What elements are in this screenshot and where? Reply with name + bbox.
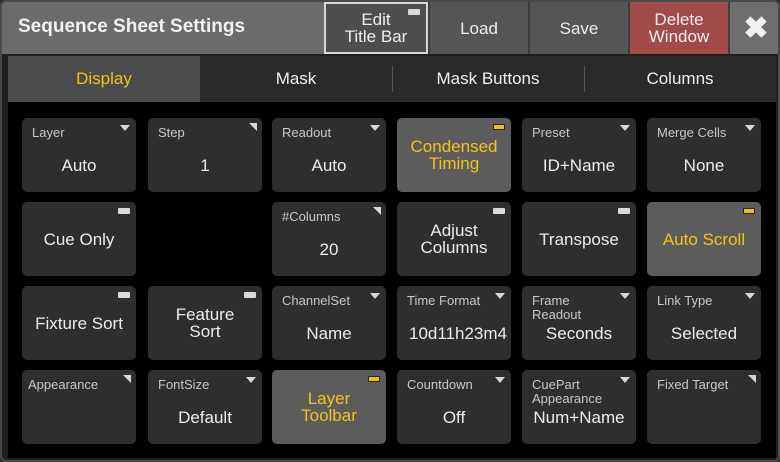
- auto-scroll-toggle[interactable]: Auto Scroll: [647, 202, 761, 276]
- dropdown-arrow-icon: [495, 377, 505, 383]
- fontsize-label: FontSize: [158, 377, 210, 392]
- time-format-select[interactable]: Time Format 10d11h23m4: [397, 286, 511, 360]
- dropdown-arrow-icon: [745, 293, 755, 299]
- layer-toolbar-label-line2: Toolbar: [301, 406, 357, 425]
- time-format-value: 10d11h23m4: [409, 324, 507, 343]
- frame-readout-value: Seconds: [545, 324, 613, 343]
- step-value: 1: [200, 156, 210, 175]
- frame-readout-label-line2: Readout: [532, 307, 582, 322]
- dropdown-arrow-icon: [370, 293, 380, 299]
- frame-readout-label-line1: Frame: [532, 293, 570, 308]
- appearance-label: Appearance: [28, 377, 99, 392]
- fontsize-select[interactable]: FontSize Default: [148, 370, 262, 444]
- dropdown-arrow-icon: [620, 125, 630, 131]
- save-button[interactable]: Save: [528, 2, 628, 54]
- edit-corner-icon: [123, 375, 131, 383]
- columns-count-label: #Columns: [282, 209, 341, 224]
- title-bar: Sequence Sheet Settings Edit Title Bar Lo…: [2, 2, 778, 54]
- fixed-target-label: Fixed Target: [657, 377, 729, 392]
- fixture-sort-label: Fixture Sort: [35, 313, 123, 333]
- transpose-label: Transpose: [539, 229, 619, 249]
- edit-corner-icon: [373, 207, 381, 215]
- step-label: Step: [158, 125, 185, 140]
- readout-select[interactable]: Readout Auto: [272, 118, 386, 192]
- fixed-target-field[interactable]: Fixed Target: [647, 370, 761, 444]
- layer-select[interactable]: Layer Auto: [22, 118, 136, 192]
- columns-count-value: 20: [319, 240, 339, 259]
- dropdown-arrow-icon: [370, 125, 380, 131]
- channelset-label: ChannelSet: [282, 293, 350, 308]
- link-type-select[interactable]: Link Type Selected: [647, 286, 761, 360]
- condensed-timing-label-line2: Timing: [428, 154, 480, 173]
- layer-value: Auto: [61, 156, 97, 175]
- link-type-value: Selected: [670, 324, 738, 343]
- layer-label: Layer: [32, 125, 65, 140]
- cue-only-toggle[interactable]: Cue Only: [22, 202, 136, 276]
- channelset-value: Name: [306, 324, 352, 343]
- close-icon: ✖: [743, 11, 769, 45]
- fixture-sort-toggle[interactable]: Fixture Sort: [22, 286, 136, 360]
- countdown-label: Countdown: [407, 377, 473, 392]
- dropdown-arrow-icon: [120, 125, 130, 131]
- layer-toolbar-toggle[interactable]: Layer Toolbar: [272, 370, 386, 444]
- close-button[interactable]: ✖: [728, 2, 778, 54]
- columns-count-field[interactable]: #Columns 20: [272, 202, 386, 276]
- toggle-indicator-icon: [408, 9, 420, 15]
- tab-display[interactable]: Display: [8, 56, 200, 102]
- dropdown-arrow-icon: [620, 377, 630, 383]
- readout-label: Readout: [282, 125, 332, 140]
- dropdown-arrow-icon: [745, 125, 755, 131]
- feature-sort-label-line2: Sort: [189, 322, 221, 341]
- transpose-toggle[interactable]: Transpose: [522, 202, 636, 276]
- tab-mask[interactable]: Mask: [200, 56, 392, 102]
- adjust-columns-label-line2: Columns: [420, 238, 488, 257]
- edit-corner-icon: [249, 123, 257, 131]
- tab-bar: Display Mask Mask Buttons Columns: [8, 56, 776, 102]
- feature-sort-toggle[interactable]: Feature Sort: [148, 286, 262, 360]
- cuepart-appearance-value: Num+Name: [533, 408, 625, 427]
- cue-only-label: Cue Only: [43, 229, 115, 249]
- countdown-value: Off: [442, 408, 466, 427]
- cuepart-appearance-label-line2: Appearance: [532, 391, 603, 406]
- auto-scroll-label: Auto Scroll: [662, 229, 746, 249]
- condensed-timing-toggle[interactable]: Condensed Timing: [397, 118, 511, 192]
- delete-window-button[interactable]: Delete Window: [628, 2, 728, 54]
- settings-grid: Layer Auto Step 1 Readout Auto Condensed…: [8, 102, 776, 458]
- step-field[interactable]: Step 1: [148, 118, 262, 192]
- edit-title-bar-label-line2: Title Bar: [344, 27, 408, 46]
- tab-columns[interactable]: Columns: [584, 56, 776, 102]
- edit-title-bar-button[interactable]: Edit Title Bar: [324, 2, 428, 54]
- preset-label: Preset: [532, 125, 570, 140]
- settings-window: Sequence Sheet Settings Edit Title Bar Lo…: [0, 0, 780, 462]
- delete-window-label-line2: Window: [648, 27, 710, 46]
- dropdown-arrow-icon: [495, 293, 505, 299]
- time-format-label: Time Format: [407, 293, 481, 308]
- merge-cells-value: None: [683, 156, 725, 175]
- dropdown-arrow-icon: [246, 377, 256, 383]
- tab-mask-buttons[interactable]: Mask Buttons: [392, 56, 584, 102]
- adjust-columns-toggle[interactable]: Adjust Columns: [397, 202, 511, 276]
- preset-value: ID+Name: [542, 156, 616, 175]
- readout-value: Auto: [311, 156, 347, 175]
- merge-cells-label: Merge Cells: [657, 125, 727, 140]
- link-type-label: Link Type: [657, 293, 713, 308]
- appearance-field[interactable]: Appearance: [22, 370, 136, 444]
- fontsize-value: Default: [178, 408, 232, 427]
- load-button[interactable]: Load: [428, 2, 528, 54]
- window-title: Sequence Sheet Settings: [18, 16, 246, 37]
- cuepart-appearance-select[interactable]: CuePart Appearance Num+Name: [522, 370, 636, 444]
- merge-cells-select[interactable]: Merge Cells None: [647, 118, 761, 192]
- channelset-select[interactable]: ChannelSet Name: [272, 286, 386, 360]
- preset-select[interactable]: Preset ID+Name: [522, 118, 636, 192]
- cuepart-appearance-label-line1: CuePart: [532, 377, 580, 392]
- frame-readout-select[interactable]: Frame Readout Seconds: [522, 286, 636, 360]
- edit-corner-icon: [748, 375, 756, 383]
- countdown-select[interactable]: Countdown Off: [397, 370, 511, 444]
- dropdown-arrow-icon: [620, 293, 630, 299]
